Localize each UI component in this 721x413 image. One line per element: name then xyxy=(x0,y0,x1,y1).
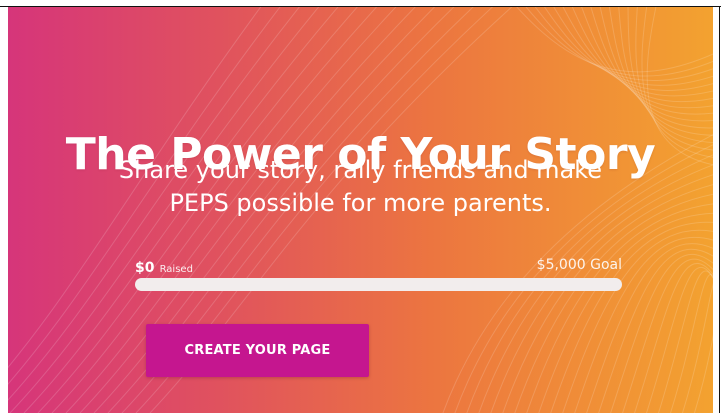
goal-amount: $5,000 Goal xyxy=(536,257,622,273)
page-frame: The Power of Your Story Share your story… xyxy=(0,0,721,413)
create-your-page-button[interactable]: CREATE YOUR PAGE xyxy=(146,324,369,377)
hero-banner: The Power of Your Story Share your story… xyxy=(8,7,713,413)
right-border-line xyxy=(719,6,720,413)
raised-value: $0 xyxy=(135,260,155,276)
subtitle-line-1: Share your story, rally friends and make xyxy=(118,156,603,184)
progress-bar xyxy=(135,278,622,291)
raised-amount: $0 Raised xyxy=(135,257,193,276)
raised-label: Raised xyxy=(159,264,193,275)
subtitle-line-2: PEPS possible for more parents. xyxy=(169,189,552,217)
